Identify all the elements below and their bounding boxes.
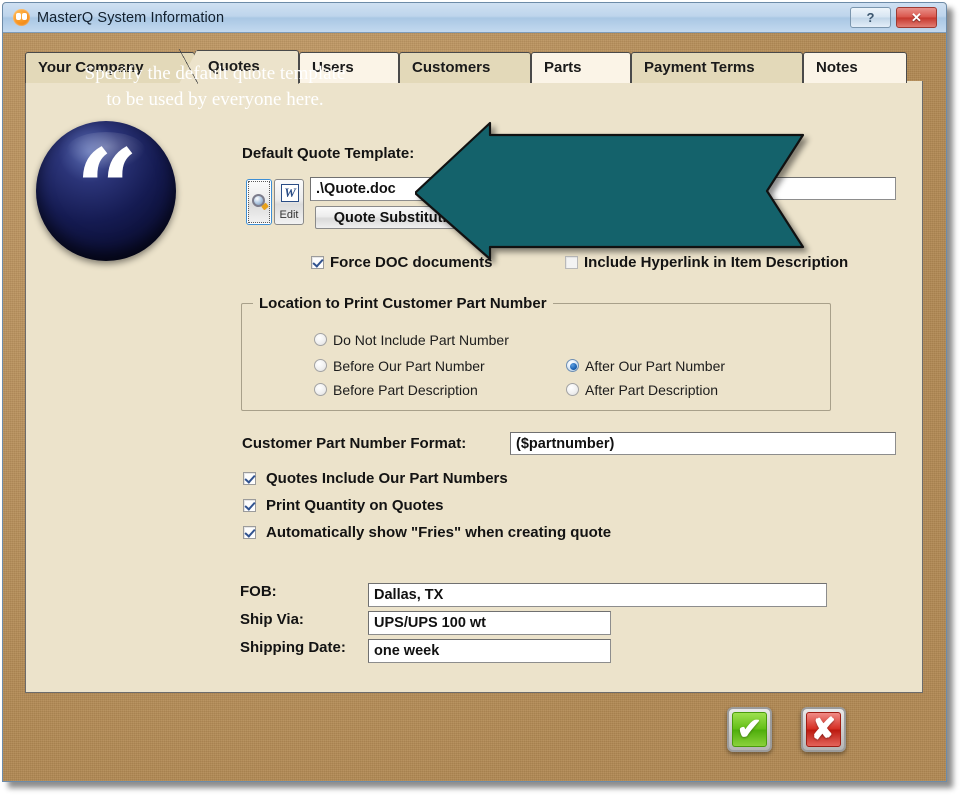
customer-part-format-label: Customer Part Number Format: [242,435,466,452]
help-button[interactable]: ? [850,7,891,28]
customer-part-format-input[interactable]: ($partnumber) [510,432,896,455]
tab-parts[interactable]: Parts [531,52,631,83]
radio-before-part-description-label: Before Part Description [333,382,478,398]
window-controls: ? ✕ [850,7,937,28]
screenshot-root: MasterQ System Information ? ✕ Your Comp… [0,0,963,796]
word-icon: W [281,184,299,202]
radio-do-not-include-label: Do Not Include Part Number [333,332,509,348]
quote-ball-icon [13,9,30,26]
fob-input[interactable]: Dallas, TX [368,583,827,607]
radio-after-our-part-number-label: After Our Part Number [585,358,725,374]
edit-template-button[interactable]: W Edit [274,179,304,225]
radio-before-our-part-number[interactable] [314,359,327,372]
masterq-logo: “ [36,121,176,261]
radio-before-our-part-number-label: Before Our Part Number [333,358,485,374]
magnifier-icon [252,194,265,207]
fob-label: FOB: [240,583,277,600]
browse-template-button[interactable] [246,179,272,225]
radio-after-our-part-number[interactable] [566,359,579,372]
window-body: Your Company Quotes Users Customers Part… [3,33,946,781]
ship-via-input[interactable]: UPS/UPS 100 wt [368,611,611,635]
print-quantity-checkbox[interactable] [243,499,256,512]
show-fries-checkbox[interactable] [243,526,256,539]
callout-arrow [415,121,805,261]
quotes-include-part-numbers-label: Quotes Include Our Part Numbers [266,470,508,487]
edit-button-label: Edit [275,209,303,221]
radio-after-part-description[interactable] [566,383,579,396]
shipping-date-label: Shipping Date: [240,639,346,656]
ok-button[interactable]: ✔ [727,707,772,752]
close-button[interactable]: ✕ [896,7,937,28]
application-window: MasterQ System Information ? ✕ Your Comp… [2,2,947,782]
print-quantity-label: Print Quantity on Quotes [266,497,444,514]
callout-text: Specify the default quote template to be… [81,61,349,113]
check-icon: ✔ [732,712,767,747]
title-bar: MasterQ System Information ? ✕ [3,3,946,33]
show-fries-label: Automatically show "Fries" when creating… [266,524,611,541]
radio-before-part-description[interactable] [314,383,327,396]
location-fieldset [241,303,831,411]
callout-arrow-shape [415,121,805,261]
cross-icon: ✘ [806,712,841,747]
force-doc-checkbox[interactable] [311,256,324,269]
cancel-button[interactable]: ✘ [801,707,846,752]
tab-notes[interactable]: Notes [803,52,907,83]
radio-do-not-include[interactable] [314,333,327,346]
tab-customers[interactable]: Customers [399,52,531,83]
logo-quote-glyph: “ [36,155,176,225]
location-fieldset-legend: Location to Print Customer Part Number [253,295,553,312]
shipping-date-input[interactable]: one week [368,639,611,663]
default-quote-template-label: Default Quote Template: [242,145,414,162]
window-title: MasterQ System Information [37,10,850,26]
quotes-include-part-numbers-checkbox[interactable] [243,472,256,485]
radio-after-part-description-label: After Part Description [585,382,718,398]
ship-via-label: Ship Via: [240,611,304,628]
tab-payment-terms[interactable]: Payment Terms [631,52,803,83]
